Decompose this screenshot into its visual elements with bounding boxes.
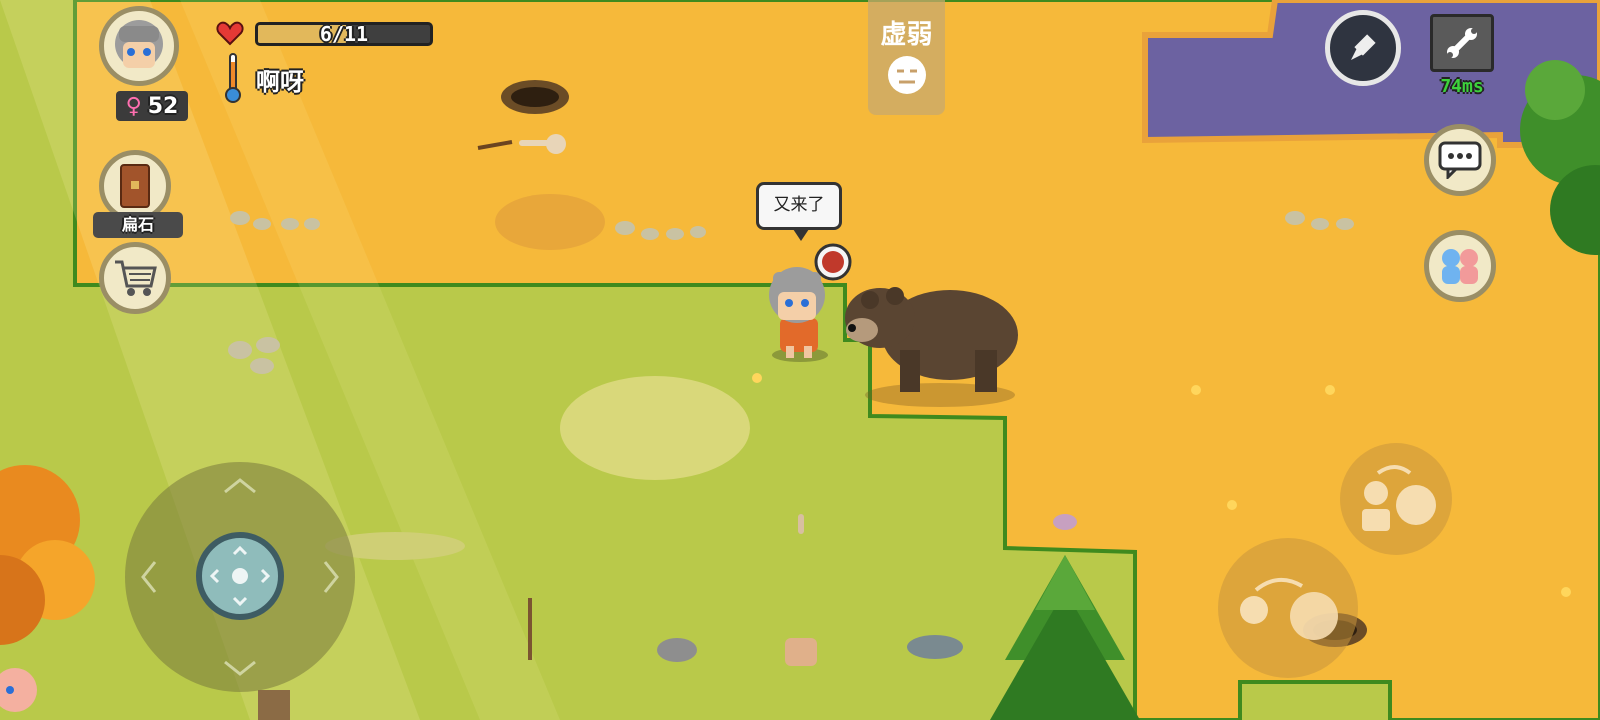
age-value: 52 <box>147 93 179 119</box>
age-badge: ♀ 52 <box>116 91 188 121</box>
rock <box>657 638 697 662</box>
player-portrait[interactable] <box>99 6 179 86</box>
flat-stones <box>907 635 963 659</box>
tree-stump <box>258 690 290 720</box>
health-value: 6/11 <box>319 22 369 46</box>
thermometer-icon <box>225 53 241 103</box>
status-label: 虚弱 <box>880 20 933 50</box>
joystick-knob[interactable] <box>196 532 284 620</box>
branch <box>528 598 532 660</box>
female-icon: ♀ <box>125 93 142 119</box>
weak-face-icon <box>888 56 926 94</box>
held-item-label-box: 扁石 <box>93 212 183 238</box>
pick-up-button[interactable] <box>1218 538 1358 678</box>
dpad-icon <box>209 545 271 607</box>
pointer-icon <box>1351 34 1376 60</box>
angry-emote <box>814 243 852 281</box>
shop-button[interactable] <box>99 242 171 314</box>
temperature-label: 啊呀 <box>256 68 304 96</box>
dry-patch <box>560 376 750 480</box>
pointer-button[interactable] <box>1325 10 1401 86</box>
wrench-icon <box>1447 28 1477 58</box>
avatar <box>115 20 163 68</box>
chat-bubble-icon <box>1438 141 1482 179</box>
status-effect-weak[interactable]: 虚弱 <box>868 0 945 115</box>
held-item-label: 扁石 <box>121 215 154 234</box>
heart-icon <box>216 21 244 46</box>
shopping-cart-icon <box>115 260 157 296</box>
grab-hand-icon <box>1240 578 1338 640</box>
ping-indicator: 74ms <box>1440 76 1484 97</box>
family-button[interactable] <box>1424 230 1496 302</box>
settings-button[interactable] <box>1430 14 1494 72</box>
speech-bubble: 又来了 <box>756 182 842 241</box>
family-icon <box>1442 249 1478 284</box>
flat-stone-icon <box>120 164 150 208</box>
chat-button[interactable] <box>1424 124 1496 196</box>
health-bar: 6/11 <box>255 22 433 46</box>
